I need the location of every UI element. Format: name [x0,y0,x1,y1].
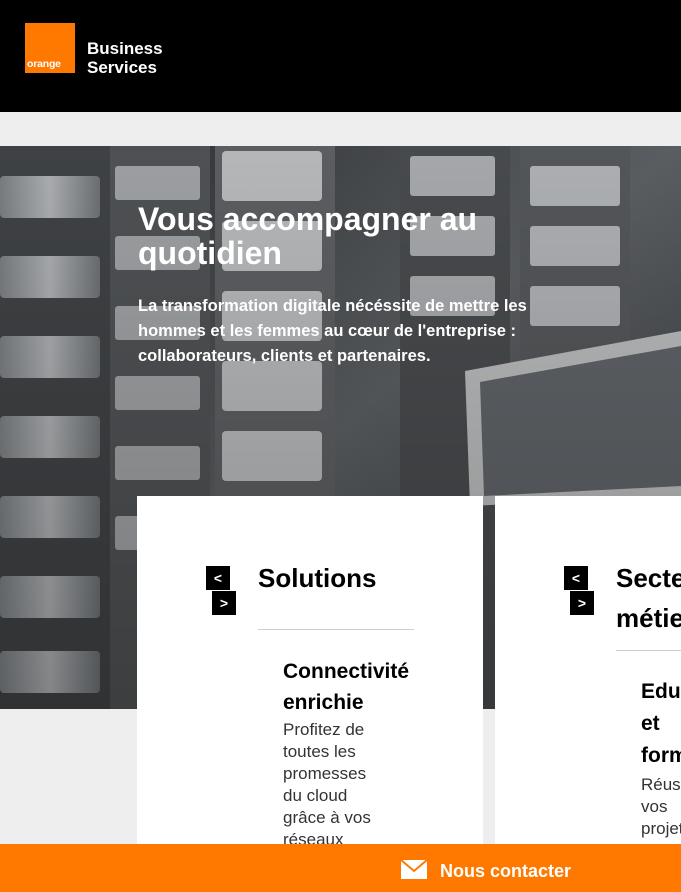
solutions-prev-button[interactable]: < [206,566,230,590]
sector-item-title-line-1[interactable]: Education [641,676,681,708]
mail-icon [401,860,427,879]
chevron-left-icon: < [571,570,581,586]
solution-item-title-line-2[interactable]: enrichie [283,687,364,719]
sectors-title-line-1: Secteurs [616,563,681,593]
chevron-right-icon: > [219,595,229,611]
contact-button-label[interactable]: Nous contacter [440,860,571,882]
solutions-next-button[interactable]: > [212,591,236,615]
solution-item-title-line-1[interactable]: Connectivité [283,656,409,688]
sectors-next-button[interactable]: > [570,591,594,615]
hero-description: La transformation digitale nécéssite de … [138,297,527,365]
brand-name[interactable]: Business Services [87,39,163,77]
sectors-card: < > Secteurs métiers Education et format… [495,496,681,892]
solutions-divider [258,629,414,630]
sectors-title-line-2: métiers [616,603,681,633]
hero-title: Vous accompagner au quotidien [138,201,478,271]
orange-logo[interactable]: orange [25,23,75,73]
solutions-title: Solutions [258,563,377,593]
header-divider-strip [0,112,681,146]
brand-line-2: Services [87,58,157,77]
site-header: orange Business Services [0,0,681,112]
chevron-left-icon: < [213,570,223,586]
chevron-right-icon: > [577,595,587,611]
sector-item-title-line-3[interactable]: formation [641,740,681,772]
logo-text: orange [27,58,61,70]
sectors-divider [616,650,681,651]
sectors-prev-button[interactable]: < [564,566,588,590]
brand-line-1: Business [87,39,163,58]
contact-bar[interactable]: Nous contacter [0,844,681,892]
sector-item-title-line-2[interactable]: et [641,708,660,740]
solution-item-description: Profitez de toutes les promesses du clou… [283,720,371,849]
solutions-card: < > Solutions Connectivité enrichie Prof… [137,496,483,892]
